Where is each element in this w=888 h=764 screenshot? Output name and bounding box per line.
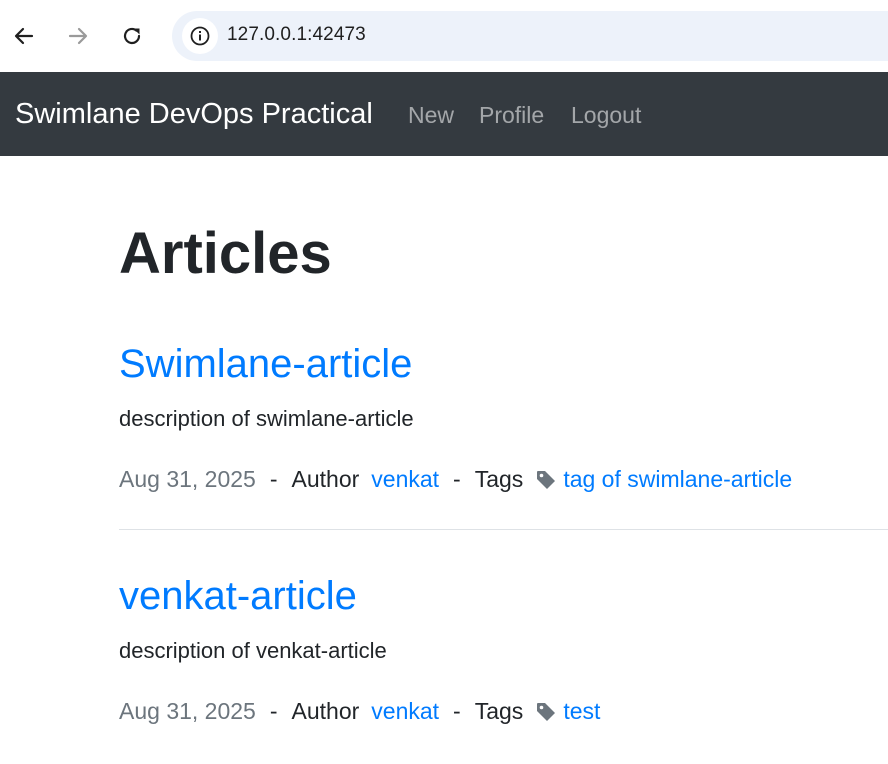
url-text[interactable]: 127.0.0.1:42473	[227, 24, 366, 46]
tags-label: Tags	[474, 466, 524, 492]
article-date: Aug 31, 2025	[119, 698, 256, 724]
page-title: Articles	[119, 221, 332, 286]
author-link[interactable]: venkat	[371, 466, 439, 493]
article-meta: Aug 31, 2025 - Author venkat - Tags test	[119, 698, 600, 725]
reload-icon[interactable]	[114, 18, 150, 54]
top-navbar: Swimlane DevOps Practical New Profile Lo…	[0, 72, 888, 156]
tag-icon	[535, 701, 557, 723]
tag-link[interactable]: test	[563, 698, 600, 725]
forward-arrow-icon[interactable]	[60, 18, 96, 54]
nav-link-logout[interactable]: Logout	[571, 102, 641, 129]
article-description: description of venkat-article	[119, 638, 387, 663]
meta-separator: -	[269, 698, 278, 724]
author-link[interactable]: venkat	[371, 698, 439, 725]
article-meta: Aug 31, 2025 - Author venkat - Tags tag …	[119, 466, 792, 493]
article-date: Aug 31, 2025	[119, 466, 256, 492]
author-label: Author	[291, 698, 360, 724]
author-label: Author	[291, 466, 360, 492]
tag-link[interactable]: tag of swimlane-article	[563, 466, 792, 493]
nav-link-profile[interactable]: Profile	[479, 102, 544, 129]
meta-separator: -	[453, 466, 461, 492]
address-bar[interactable]: 127.0.0.1:42473	[172, 11, 888, 61]
nav-link-new[interactable]: New	[408, 102, 454, 129]
tags-label: Tags	[474, 698, 524, 724]
tag-icon	[535, 469, 557, 491]
article-title-link[interactable]: venkat-article	[119, 574, 357, 619]
browser-toolbar: 127.0.0.1:42473	[0, 0, 888, 72]
navbar-brand[interactable]: Swimlane DevOps Practical	[15, 98, 373, 131]
back-arrow-icon[interactable]	[6, 18, 42, 54]
info-icon[interactable]	[182, 18, 218, 54]
article-title-link[interactable]: Swimlane-article	[119, 342, 412, 387]
article-description: description of swimlane-article	[119, 406, 414, 431]
meta-separator: -	[453, 698, 461, 724]
article-divider	[119, 529, 888, 530]
meta-separator: -	[269, 466, 278, 492]
